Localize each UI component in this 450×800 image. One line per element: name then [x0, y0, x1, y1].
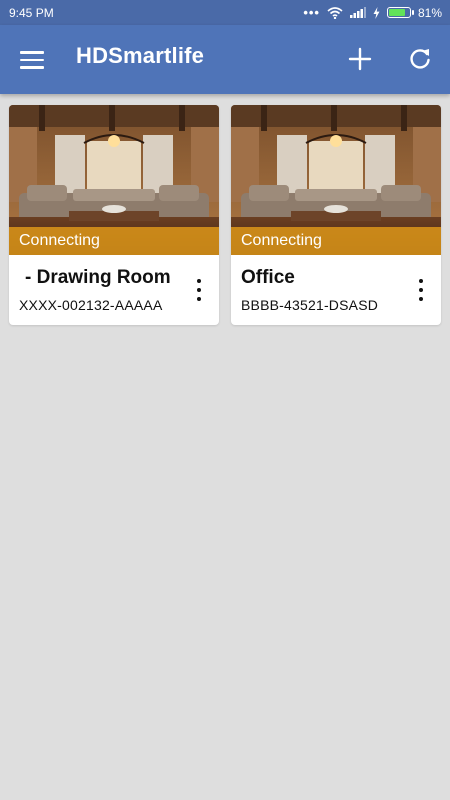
- more-vert-icon[interactable]: [413, 279, 429, 301]
- add-icon[interactable]: [346, 45, 374, 73]
- refresh-icon[interactable]: [406, 45, 434, 73]
- signal-icon: [349, 7, 366, 18]
- battery-percent: 81%: [417, 5, 442, 20]
- more-notifications-icon: •••: [303, 5, 320, 20]
- wifi-icon: [327, 6, 343, 19]
- status-icons: ••• 81%: [303, 5, 442, 20]
- charging-icon: [373, 6, 380, 19]
- device-card-office[interactable]: Connecting Office BBBB-43521-DSASD: [231, 105, 441, 325]
- device-id: XXXX-002132-AAAAA: [19, 297, 163, 313]
- status-bar: 9:45 PM ••• 81%: [0, 0, 450, 25]
- device-card-drawing-room[interactable]: Connecting - Drawing Room XXXX-002132-AA…: [9, 105, 219, 325]
- app-bar: HDSmartlife: [0, 25, 450, 94]
- more-vert-icon[interactable]: [191, 279, 207, 301]
- battery-icon: [386, 7, 414, 18]
- app-title: HDSmartlife: [76, 43, 205, 68]
- device-name: Office: [241, 267, 295, 288]
- connection-status: Connecting: [231, 227, 441, 255]
- device-id: BBBB-43521-DSASD: [241, 297, 379, 313]
- device-name: - Drawing Room: [25, 267, 171, 288]
- status-time: 9:45 PM: [9, 5, 54, 20]
- menu-icon[interactable]: [20, 45, 50, 75]
- connection-status: Connecting: [9, 227, 219, 255]
